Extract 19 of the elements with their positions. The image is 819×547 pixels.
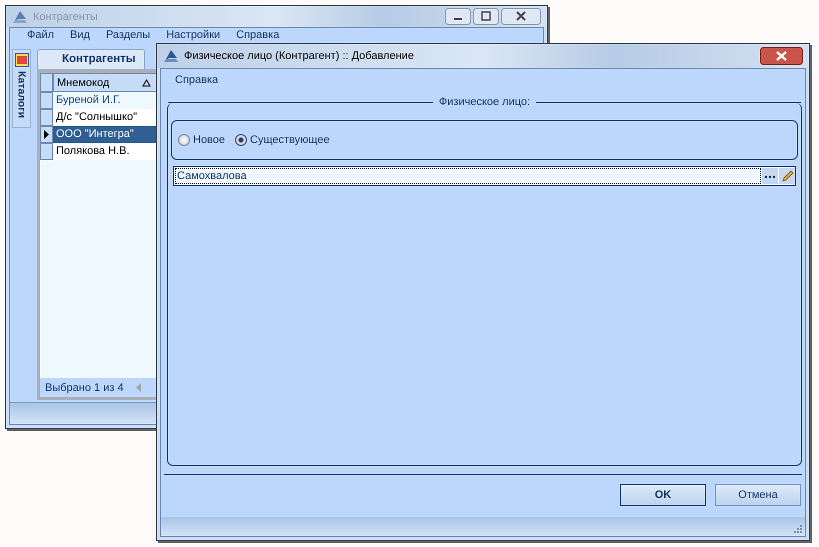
menu-item[interactable]: Разделы [106, 29, 150, 41]
side-tab-label: Каталоги [16, 71, 28, 118]
side-tab[interactable]: Каталоги [12, 49, 31, 128]
window-title: Контрагенты [33, 10, 98, 22]
window-title: Физическое лицо (Контрагент) :: Добавление [184, 50, 414, 62]
radio-option[interactable]: Новое [178, 134, 226, 146]
tab[interactable]: Контрагенты [37, 49, 145, 69]
menu-item[interactable]: Вид [70, 29, 90, 41]
input-field[interactable]: Самохвалова [173, 166, 796, 186]
menu-item[interactable]: Справка [236, 29, 280, 41]
dialog-button[interactable]: Отмена [715, 484, 801, 506]
menu-item[interactable]: Справка [175, 74, 218, 86]
column-header[interactable]: Мнемокод [53, 73, 158, 92]
radio-option[interactable]: Существующее [235, 134, 330, 146]
selection-count: Выбрано 1 из 4 [45, 382, 124, 394]
menu-item[interactable]: Настройки [166, 29, 220, 41]
group-title: Физическое лицо: [438, 96, 532, 108]
dialog-button[interactable]: OK [620, 484, 706, 506]
menu-item[interactable]: Файл [27, 29, 54, 41]
